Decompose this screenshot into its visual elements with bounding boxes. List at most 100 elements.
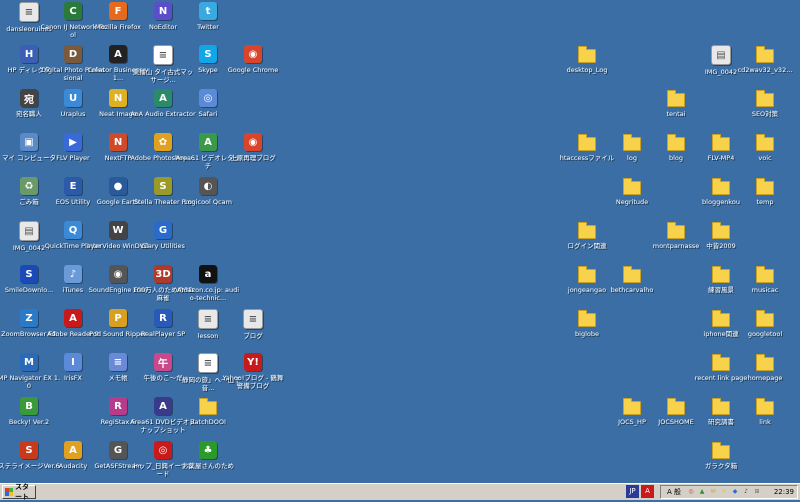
ime-indicator[interactable]: A — [641, 485, 654, 498]
becky-icon: B — [20, 397, 38, 415]
adobe-reader-icon: A — [64, 309, 82, 327]
desktop-icon[interactable]: Y! Yahoo!ブログ - 鶴舞警備ブログ — [220, 353, 286, 390]
desktop-icon[interactable]: Negritude — [599, 177, 665, 206]
quicktime-icon: Q — [64, 221, 82, 239]
desktop-icon[interactable]: tentai — [643, 89, 709, 118]
clover-icon: ♣ — [199, 441, 217, 459]
canon-network-tool-icon: C — [64, 2, 82, 20]
folder-icon — [578, 222, 596, 239]
ime-mode-indicator[interactable]: A 般 — [664, 486, 684, 499]
desktop-icon[interactable]: BatchDOOI — [175, 397, 241, 426]
desktop-icon-label: Safari — [198, 110, 218, 118]
tray-icon[interactable]: ⊞ — [753, 488, 761, 496]
twitter-icon: t — [199, 2, 217, 20]
stella-theater-icon: S — [154, 177, 172, 195]
desktop-icon-label: biglobe — [575, 330, 599, 338]
desktop-icon-label: bethcarvalho — [610, 286, 654, 294]
desktop-icon[interactable]: ◉ Google Chrome — [220, 45, 286, 74]
recycle-bin-icon: ♻ — [20, 177, 38, 195]
desktop-icon[interactable]: musicac — [732, 265, 798, 294]
desktop-icon[interactable]: ◉ 上原再理ブログ — [220, 133, 286, 162]
mahjong-icon: 3D — [154, 265, 172, 283]
folder-icon — [623, 178, 641, 195]
aoa-audio-icon: A — [154, 89, 172, 107]
desktop-icon-label: Google Chrome — [227, 66, 279, 74]
ime-indicator[interactable]: JP — [626, 485, 639, 498]
desktop-icon-label: cd2wav32_v32... — [737, 66, 793, 74]
desktop-icon-label: temp — [756, 198, 774, 206]
desktop-icon[interactable]: temp — [732, 177, 798, 206]
system-tray: A 般 ◎ ▲ ✉ ☼ ◆ ♪ ⊞ 22:39 — [660, 485, 798, 499]
desktop-icon[interactable]: cd2wav32_v32... — [732, 45, 798, 74]
desktop-icon[interactable]: ≡ ブログ — [220, 309, 286, 340]
document-icon: ≡ — [198, 353, 218, 373]
desktop-icon[interactable]: a Amazon.co.jp: audio-technic... — [175, 265, 241, 302]
folder-icon — [199, 398, 217, 415]
desktop-icon[interactable]: B Becky! Ver.2 — [0, 397, 62, 426]
desktop-icon[interactable]: bethcarvalho — [599, 265, 665, 294]
tray-icon[interactable]: ✉ — [709, 488, 717, 496]
desktop-icon-label: SEO対策 — [751, 110, 779, 118]
noeditor-icon: N — [154, 2, 172, 20]
desktop-icon[interactable]: ◐ Logicool Qcam — [175, 177, 241, 206]
desktop-icon-label: ブログ — [243, 332, 263, 340]
desktop-icon[interactable]: homepage — [732, 353, 798, 382]
desktop-icon-label: musicac — [751, 286, 779, 294]
tray-icon[interactable]: ▲ — [698, 488, 706, 496]
irisfx-icon: I — [64, 353, 82, 371]
folder-icon — [756, 398, 774, 415]
desktop-icon[interactable]: ◎ Safari — [175, 89, 241, 118]
tray-icon[interactable]: ☼ — [720, 488, 728, 496]
folder-icon — [756, 134, 774, 151]
language-bar[interactable]: JP A — [626, 485, 654, 498]
uraplus-icon: U — [64, 89, 82, 107]
desktop-icon-label: Becky! Ver.2 — [8, 418, 50, 426]
desktop-icon[interactable]: 中皆2009 — [688, 221, 754, 250]
blog-file-icon: ≡ — [243, 309, 263, 329]
desktop-icon-label: tentai — [666, 110, 686, 118]
folder-icon — [756, 178, 774, 195]
desktop-icon[interactable]: link — [732, 397, 798, 426]
desktop-icon[interactable]: biglobe — [554, 309, 620, 338]
desktop-icon-label: BatchDOOI — [190, 418, 226, 426]
desktop-icon[interactable]: SEO対策 — [732, 89, 798, 118]
itunes-icon: ♪ — [64, 265, 82, 283]
folder-icon — [756, 310, 774, 327]
my-computer-icon: ▣ — [20, 133, 38, 151]
tray-icon[interactable]: ◎ — [687, 488, 695, 496]
desktop-icon[interactable]: voic — [732, 133, 798, 162]
skype-icon: S — [199, 45, 217, 63]
desktop-icon[interactable]: googletool — [732, 309, 798, 338]
folder-icon — [712, 310, 730, 327]
tray-icon[interactable]: ♪ — [742, 488, 750, 496]
image-file-icon: ▤ — [711, 45, 731, 65]
desktop-icon[interactable]: G Glary Utilities — [130, 221, 196, 250]
nikko-icon: ◎ — [154, 441, 172, 459]
desktop-icon-label: Negritude — [615, 198, 649, 206]
folder-icon — [578, 310, 596, 327]
desktop-icon[interactable]: ガラクタ箱 — [688, 441, 754, 470]
folder-icon — [667, 222, 685, 239]
hp-director-icon: H — [20, 45, 38, 63]
registax-icon: R — [109, 397, 127, 415]
audacity-icon: A — [64, 441, 82, 459]
desktop-icon-label: voic — [758, 154, 772, 162]
clock[interactable]: 22:39 — [774, 488, 794, 496]
eos-utility-icon: E — [64, 177, 82, 195]
desktop-icon-label: desktop_Log — [566, 66, 608, 74]
tray-icons: ◎ ▲ ✉ ☼ ◆ ♪ ⊞ — [687, 488, 761, 496]
folder-icon — [623, 134, 641, 151]
glary-utilities-icon: G — [154, 221, 172, 239]
desktop-icon-label: ガラクタ箱 — [704, 462, 738, 470]
folder-icon — [623, 266, 641, 283]
start-button[interactable]: スタート — [2, 483, 36, 501]
windvd-icon: W — [109, 221, 127, 239]
desktop-icon[interactable]: t Twitter — [175, 2, 241, 31]
yahoo-icon: Y! — [244, 353, 262, 371]
area61-video-icon: A — [199, 133, 217, 151]
desktop-icon[interactable]: ログイン関連 — [554, 221, 620, 250]
tray-icon[interactable]: ◆ — [731, 488, 739, 496]
desktop-icon[interactable]: ♣ お薬屋さんのため — [175, 441, 241, 470]
desktop-icon[interactable]: desktop_Log — [554, 45, 620, 74]
folder-icon — [578, 266, 596, 283]
